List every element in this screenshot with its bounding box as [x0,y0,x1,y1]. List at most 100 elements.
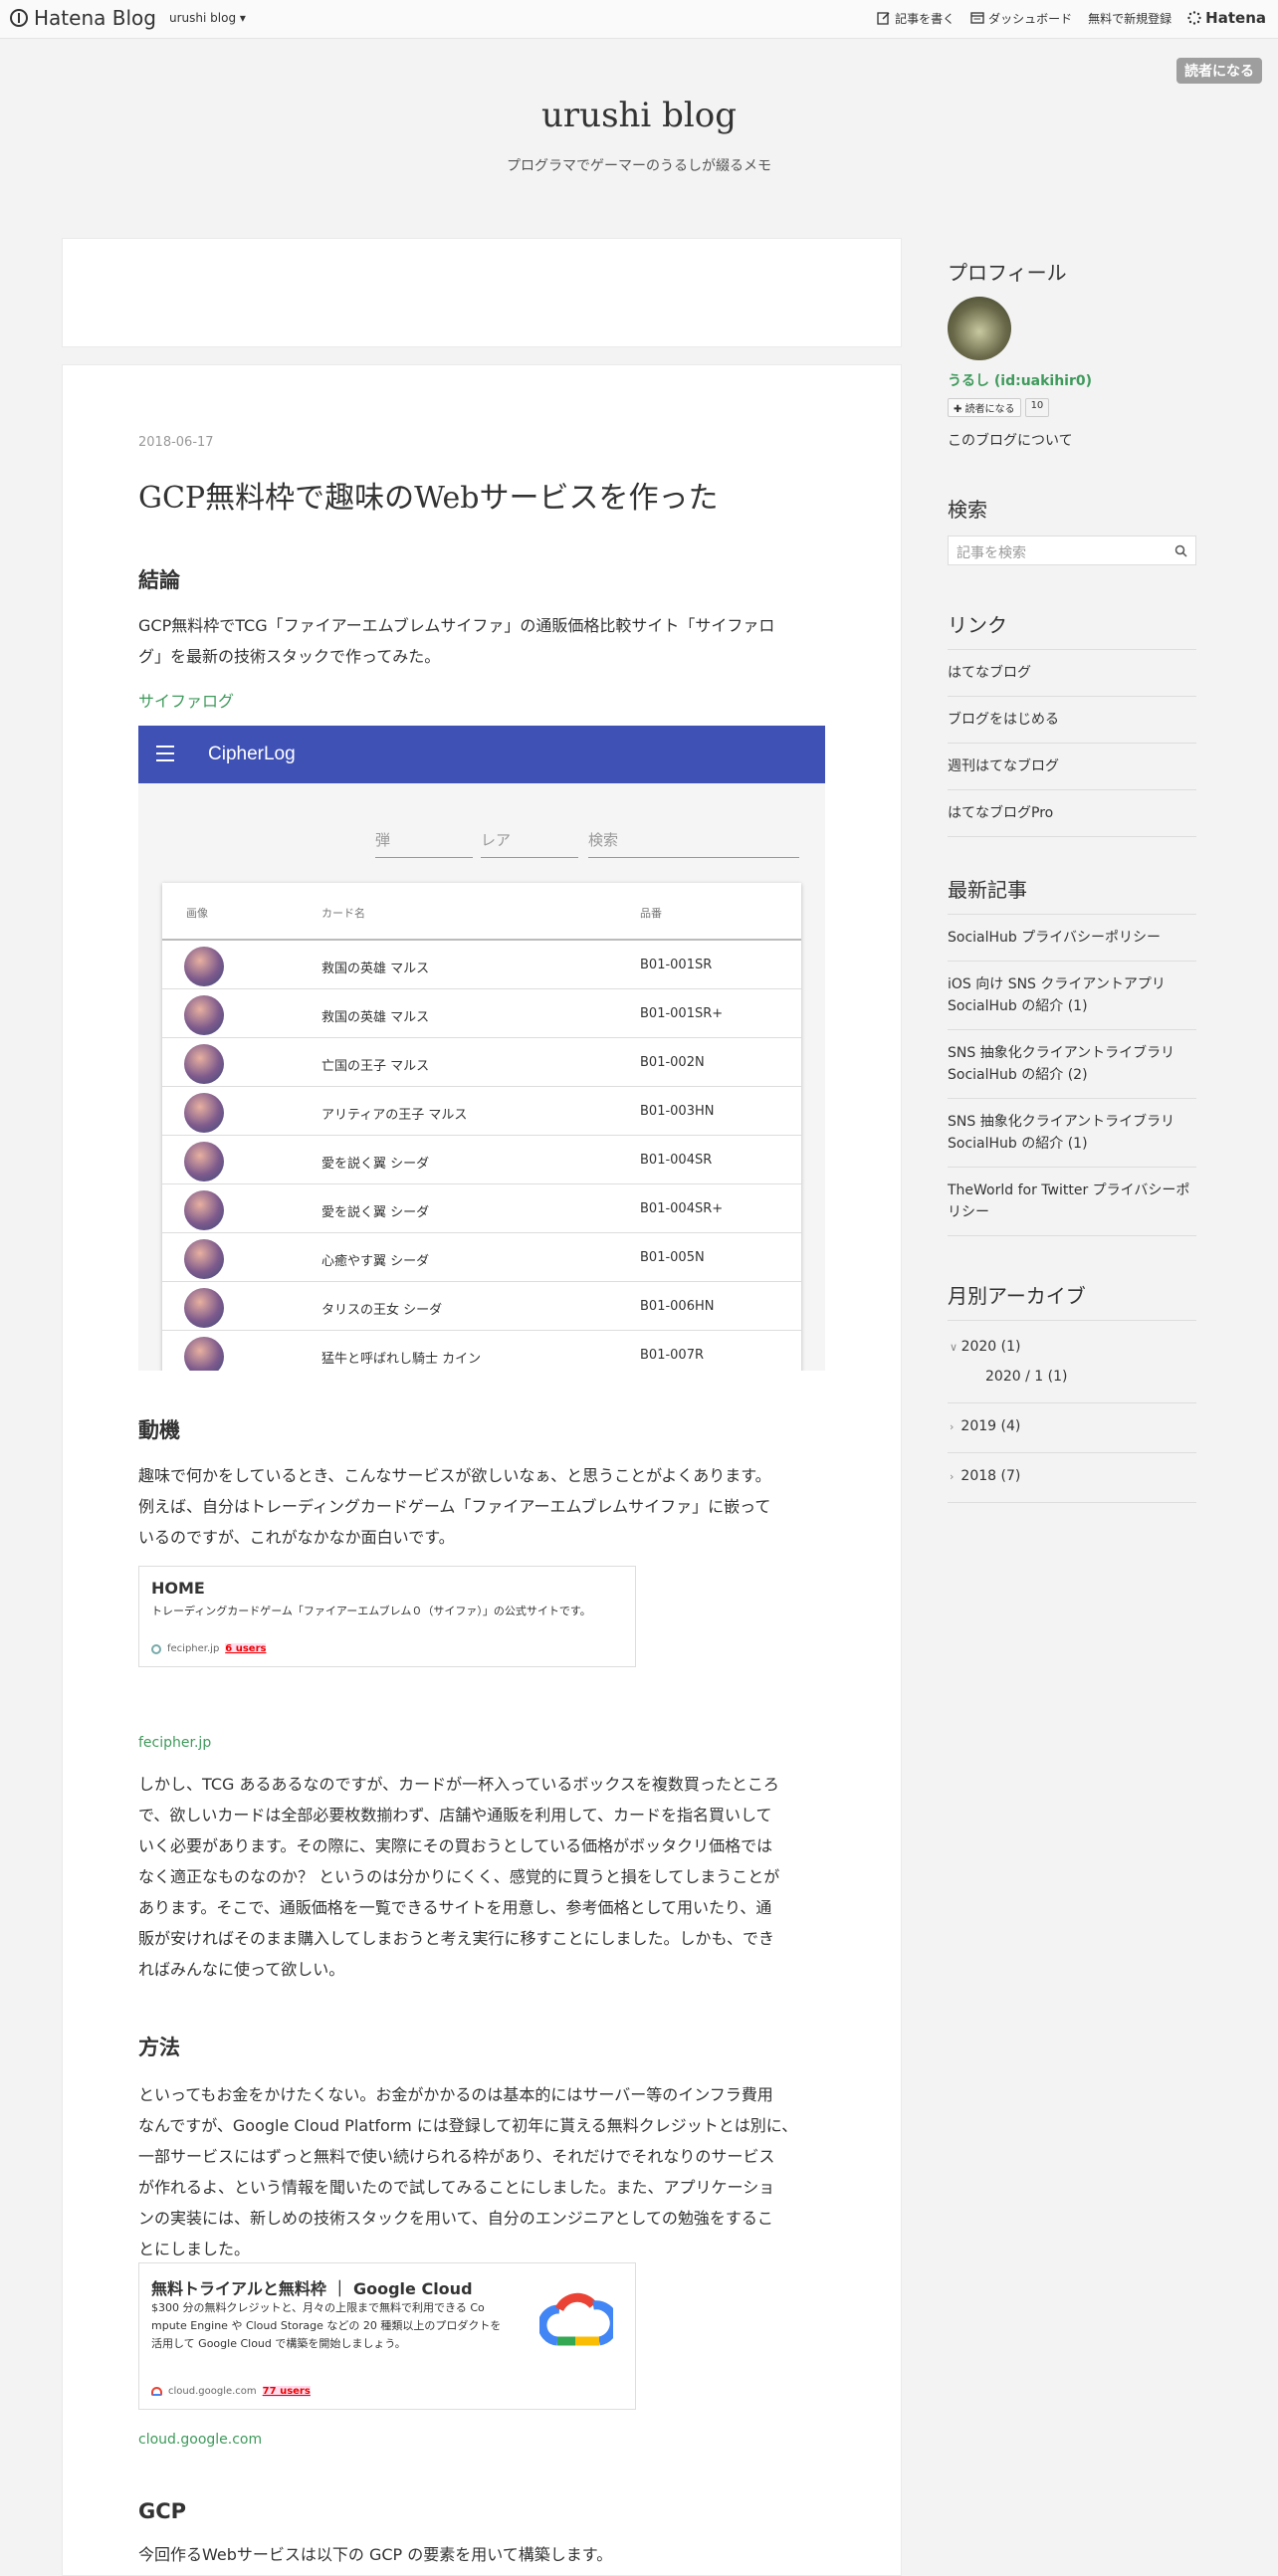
chevron-right-icon: › [950,1470,961,1483]
section-heading-motive: 動機 [138,1418,180,1442]
archive-year-label: 2020 (1) [960,1339,1021,1355]
archive-year-2020[interactable]: ∨ 2020 (1) [950,1339,1020,1355]
method-paragraph: といってもお金をかけたくない。お金がかかるのは基本的にはサーバー等のインフラ費用… [138,2079,825,2264]
card-name: 愛を説く翼 シーダ [321,1157,430,1172]
section-heading-gcp: GCP [138,2499,187,2523]
profile-subscribe-row: ✚ 読者になる 10 [948,398,1196,417]
about-blog-link[interactable]: このブログについて [948,430,1196,450]
hamburger-menu-icon [156,746,174,761]
pencil-icon [877,12,890,25]
dashboard-link[interactable]: ダッシュボード [970,10,1072,27]
section-heading-method: 方法 [138,2036,180,2059]
fecipher-link[interactable]: fecipher.jp [138,1735,825,1751]
archive-year-2018[interactable]: › 2018 (7) [950,1468,1020,1484]
paragraph-line: 一部サービスにはずっと無料で使い続けられる枠があり、それだけでそれなりのサービス [138,2147,775,2166]
paragraph-line: ればみんなに使って欲しい。 [138,1960,345,1979]
paragraph-line: とにしました。 [138,2240,251,2258]
blog-description: プログラマでゲーマーのうるしが綴るメモ [507,158,771,174]
card-table: 画像 カード名 品番 救国の英雄 マルス B01-001SR 救国の英雄 マルス B… [162,883,801,1371]
cipherlog-link[interactable]: サイファログ [138,688,825,712]
link-card-domain: cloud.google.com [168,2386,257,2397]
sidebar-link-item[interactable]: はてなブログPro [948,790,1196,837]
card-code: B01-004SR+ [640,1201,724,1216]
archive-month-2020-1[interactable]: 2020 / 1 (1) [985,1369,1067,1385]
global-header: Hatena Blog urushi blog ▾ 記事を書く ダッシュボード … [0,0,1278,39]
table-row: 救国の英雄 マルス B01-001SR [162,939,801,989]
header-actions: 記事を書く ダッシュボード 無料で新規登録 Hatena [877,9,1266,27]
links-list: はてなブログ ブログをはじめる 週刊はてなブログ はてなブログPro [948,649,1196,837]
column-header-code: 品番 [640,907,662,920]
entry-title[interactable]: GCP無料枠で趣味のWebサービスを作った [138,473,825,517]
paragraph-line: なく適正なものなのか？ というのは分かりにくく、感覚的に買うと損をしてしまうこと… [138,1867,780,1886]
card-thumbnail [184,1288,224,1328]
avatar[interactable] [948,297,1011,360]
archive-year-2019[interactable]: › 2019 (4) [950,1418,1020,1434]
recent-post-item[interactable]: SNS 抽象化クライアントライブラリ SocialHub の紹介 (1) [948,1099,1196,1168]
blog-title[interactable]: urushi blog [0,96,1278,135]
recent-post-item[interactable]: TheWorld for Twitter プライバシーポリシー [948,1168,1196,1236]
link-card-fecipher[interactable]: HOME トレーディングカードゲーム「ファイアーエムブレム０（サイファ）」の公式… [138,1566,636,1667]
card-name: 亡国の王子 マルス [321,1059,430,1074]
card-thumbnail [184,1190,224,1230]
favicon-icon [151,1643,161,1654]
description-line: $300 分の無料クレジットと、月々の上限まで無料で利用できる Co [151,2301,485,2314]
blog-selector[interactable]: urushi blog ▾ [169,11,246,25]
hatena-label: Hatena [1205,9,1266,27]
search-placeholder: 記事を検索 [957,545,1026,561]
card-code: B01-001SR [640,958,713,972]
profile-heading: プロフィール [948,261,1067,285]
app-title: CipherLog [208,744,296,764]
description-line: 活用して Google Cloud で構築を開始しましょう。 [151,2337,406,2350]
bookmark-users-count[interactable]: 6 users [225,1643,267,1654]
paragraph-line: で、欲しいカードは全部必要枚数揃わず、店舗や通販を利用して、カードを指名買いして [138,1806,772,1825]
search-heading: 検索 [948,498,987,522]
bookmark-users-count[interactable]: 77 users [262,2386,311,2397]
table-row: タリスの王女 シーダ B01-006HN [162,1281,801,1331]
section-heading-conclusion: 結論 [138,568,180,592]
card-thumbnail [184,947,224,986]
hatena-menu[interactable]: Hatena [1187,9,1266,27]
search-input[interactable]: 記事を検索 [948,536,1196,565]
paragraph-line: が作れるよ、という情報を聞いたので試してみることにしました。また、アプリケーショ [138,2178,775,2197]
column-header-image: 画像 [186,907,208,920]
card-name: 救国の英雄 マルス [321,962,430,976]
write-post-link[interactable]: 記事を書く [877,10,955,27]
card-code: B01-005N [640,1250,705,1265]
hatena-blog-logo[interactable]: Hatena Blog [10,6,156,30]
google-cloud-logo-icon [539,2292,613,2346]
archive-heading: 月別アーカイブ [948,1284,1086,1308]
search-icon[interactable] [1174,544,1187,557]
subscribe-button[interactable]: 読者になる [1176,58,1262,84]
card-code: B01-001SR+ [640,1006,724,1021]
dashboard-icon [970,12,984,24]
recent-posts-list: SocialHub プライバシーポリシー iOS 向け SNS クライアントアプ… [948,914,1196,1236]
subscribe-small-button[interactable]: ✚ 読者になる [948,398,1021,417]
paragraph-line: 趣味で何かをしているとき、こんなサービスが欲しいなぁ、と思うことがよくあります。 [138,1466,771,1485]
sidebar-link-item[interactable]: ブログをはじめる [948,697,1196,744]
paragraph-line: いく必要があります。その際に、実際にその買おうとしている価格がボッタクリ価格では [138,1836,773,1855]
card-code: B01-006HN [640,1299,715,1314]
recent-post-item[interactable]: iOS 向け SNS クライアントアプリ SocialHub の紹介 (1) [948,962,1196,1030]
paragraph-line: いるのですが、これがなかなか面白いです。 [138,1528,455,1547]
paragraph-line: といってもお金をかけたくない。お金がかかるのは基本的にはサーバー等のインフラ費用 [138,2085,773,2104]
card-code: B01-003HN [640,1104,715,1119]
gcloud-link[interactable]: cloud.google.com [138,2432,825,2448]
link-card-title: HOME [151,1579,205,1598]
profile-name-link[interactable]: うるし (id:uakihir0) [948,370,1196,390]
link-card-gcloud[interactable]: 無料トライアルと無料枠 ｜ Google Cloud $300 分の無料クレジッ… [138,2262,636,2410]
entry-date[interactable]: 2018-06-17 [138,435,825,450]
recent-post-item[interactable]: SNS 抽象化クライアントライブラリ SocialHub の紹介 (2) [948,1030,1196,1099]
subscribe-small-label: 読者になる [964,404,1015,415]
sidebar-link-item[interactable]: 週刊はてなブログ [948,744,1196,790]
card-name: 愛を説く翼 シーダ [321,1205,430,1220]
sidebar-link-item[interactable]: はてなブログ [948,650,1196,697]
app-toolbar: CipherLog [138,726,825,783]
conclusion-paragraph: GCP無料枠でTCG「ファイアーエムブレムサイファ」の通販価格比較サイト「サイフ… [138,610,825,672]
signup-link[interactable]: 無料で新規登録 [1088,10,1172,27]
filter-rarity-field: レア [481,829,578,858]
link-card-description: トレーディングカードゲーム「ファイアーエムブレム０（サイファ）」の公式サイトです… [151,1605,591,1617]
card-name: 救国の英雄 マルス [321,1010,430,1025]
ad-area [62,238,902,347]
recent-post-item[interactable]: SocialHub プライバシーポリシー [948,915,1196,962]
archive-year-label: 2019 (4) [960,1418,1021,1434]
